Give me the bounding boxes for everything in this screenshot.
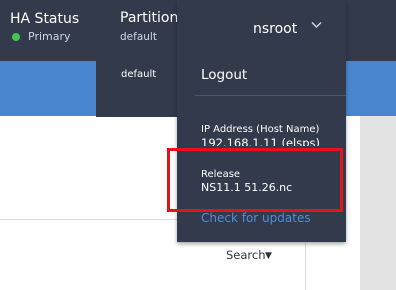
- ha-status-row: Primary: [10, 30, 79, 44]
- menu-divider: [195, 95, 346, 96]
- ha-status[interactable]: HA Status Primary: [10, 11, 79, 44]
- partition-label: Partition: [120, 10, 179, 26]
- status-dot-icon: [12, 33, 20, 41]
- logout-menu-item[interactable]: Logout: [201, 67, 247, 84]
- chevron-down-icon[interactable]: [311, 19, 322, 32]
- ha-status-title: HA Status: [10, 11, 80, 27]
- check-for-updates-link[interactable]: Check for updates: [201, 211, 311, 226]
- search-dropdown-label[interactable]: Search: [226, 248, 266, 262]
- right-scroll-strip: [360, 116, 396, 290]
- release-highlight-box: [167, 148, 343, 212]
- partition-current: default: [120, 31, 157, 43]
- ip-address-label: IP Address (Host Name): [201, 124, 320, 135]
- user-menu-button[interactable]: nsroot: [253, 21, 297, 38]
- partition-option-default[interactable]: default: [121, 68, 156, 81]
- caret-down-icon[interactable]: ▼: [265, 250, 272, 262]
- ha-status-value: Primary: [28, 30, 71, 43]
- ip-address-value: 192.168.1.11 (elsps): [201, 136, 320, 146]
